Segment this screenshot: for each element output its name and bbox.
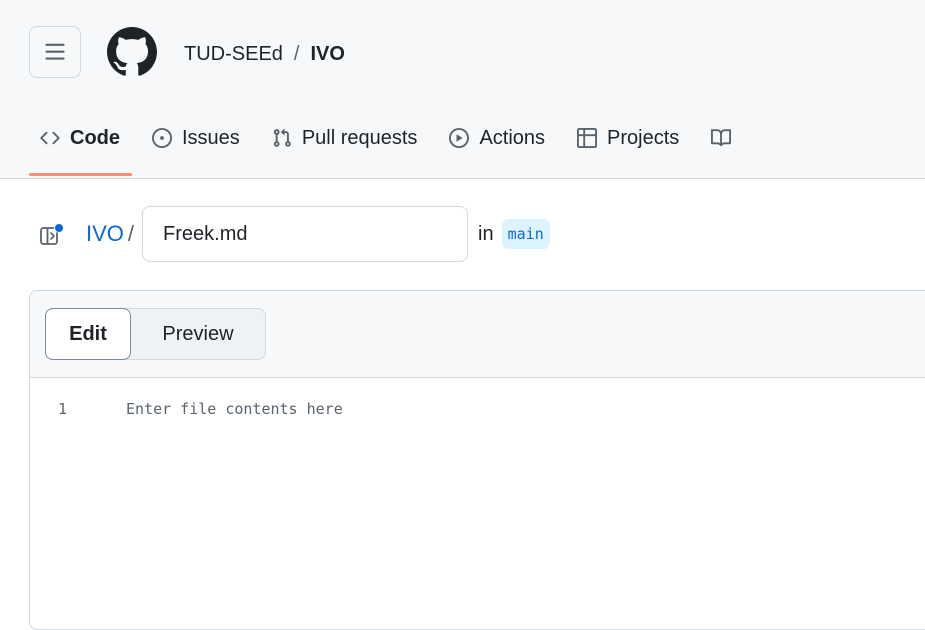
editor-toolbar: Edit Preview xyxy=(30,291,925,378)
github-mark-icon xyxy=(107,27,157,76)
tab-actions-label: Actions xyxy=(479,126,546,149)
breadcrumb-separator: / xyxy=(293,42,300,65)
code-icon xyxy=(40,128,60,148)
tab-projects[interactable]: Projects xyxy=(565,108,691,168)
table-icon xyxy=(577,128,598,148)
global-menu-button[interactable] xyxy=(29,26,81,78)
issue-opened-icon xyxy=(152,128,172,148)
repo-name-link[interactable]: IVO xyxy=(310,43,344,66)
tab-wiki[interactable] xyxy=(699,108,753,168)
git-pull-request-icon xyxy=(272,128,292,148)
preview-tab-button[interactable]: Preview xyxy=(131,309,265,359)
tab-code-label: Code xyxy=(70,126,120,149)
book-icon xyxy=(711,128,732,148)
github-logo-link[interactable] xyxy=(106,26,158,78)
tab-pull-requests[interactable]: Pull requests xyxy=(260,108,430,168)
repo-nav-tabs: Code Issues Pull requests Actions Projec… xyxy=(29,108,761,176)
tab-pull-requests-label: Pull requests xyxy=(301,126,418,149)
edit-tab-button[interactable]: Edit xyxy=(45,308,131,360)
side-panel-toggle[interactable] xyxy=(40,222,66,246)
repo-header: TUD-SEEd / IVO Code Issues Pull requests xyxy=(0,0,925,179)
tab-code[interactable]: Code xyxy=(29,108,132,176)
file-editor: Edit Preview 1 Enter file contents here xyxy=(29,290,925,630)
edit-preview-toggle: Edit Preview xyxy=(45,308,266,360)
tab-issues[interactable]: Issues xyxy=(140,108,252,168)
filename-input[interactable] xyxy=(142,206,469,262)
in-label: in xyxy=(478,222,494,245)
file-path-bar: IVO / in main xyxy=(40,206,550,262)
branch-badge[interactable]: main xyxy=(501,219,550,249)
owner-link[interactable]: TUD-SEEd xyxy=(184,43,283,66)
tab-actions[interactable]: Actions xyxy=(437,108,557,168)
sidebar-expand-icon xyxy=(40,223,64,245)
repo-root-link[interactable]: IVO xyxy=(86,221,124,247)
tab-projects-label: Projects xyxy=(607,126,680,149)
breadcrumb: TUD-SEEd / IVO xyxy=(184,40,345,68)
path-separator: / xyxy=(127,221,135,246)
tab-issues-label: Issues xyxy=(182,126,240,149)
editor-placeholder[interactable]: Enter file contents here xyxy=(126,400,343,418)
line-number: 1 xyxy=(58,400,68,418)
hamburger-icon xyxy=(45,43,65,60)
play-icon xyxy=(449,128,470,148)
